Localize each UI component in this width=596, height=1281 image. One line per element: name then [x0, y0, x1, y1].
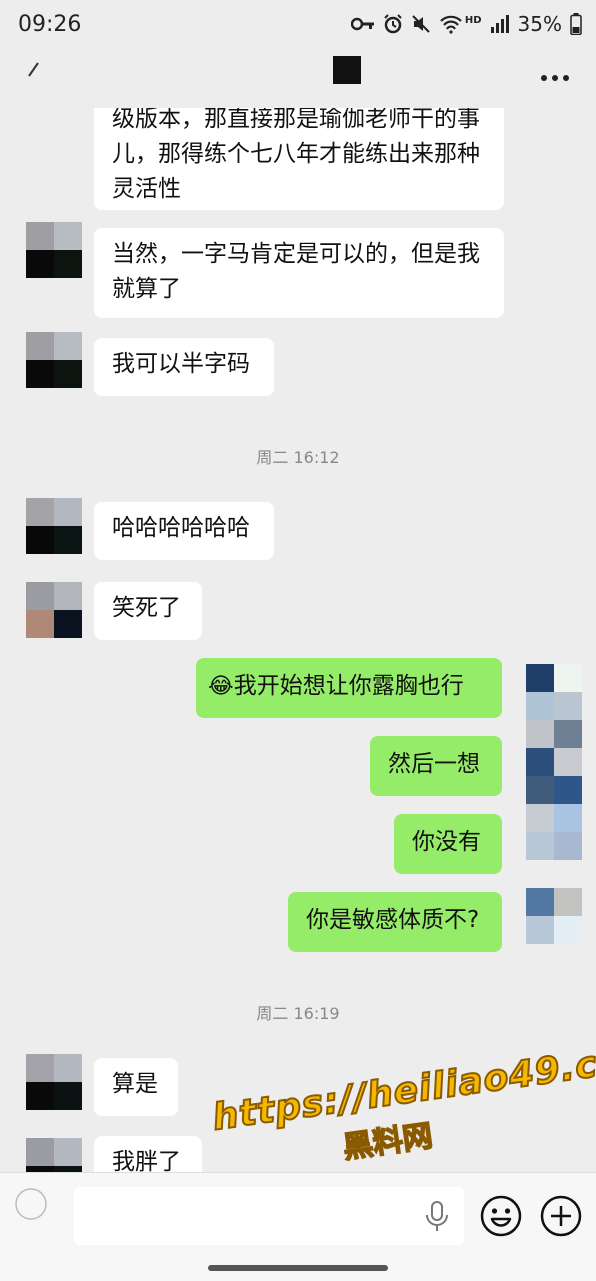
avatar-self[interactable] — [526, 888, 582, 944]
message-bubble-incoming[interactable]: 哈哈哈哈哈哈 — [94, 502, 274, 560]
back-icon[interactable] — [24, 60, 44, 80]
battery-percent: 35% — [517, 12, 562, 36]
keyboard-icon[interactable] — [14, 1187, 48, 1221]
mic-icon[interactable] — [424, 1201, 450, 1233]
avatar[interactable] — [26, 332, 82, 388]
plus-icon[interactable] — [540, 1195, 582, 1237]
message-bubble-incoming[interactable]: 级版本，那直接那是瑜伽老师干的事儿，那得练个七八年才能练出来那种灵活性 — [94, 108, 504, 210]
message-text: 我可以半字码 — [112, 351, 250, 377]
signal-icon — [490, 15, 509, 33]
wifi-icon — [440, 15, 462, 34]
alarm-icon — [384, 14, 402, 34]
chat-header — [0, 52, 596, 108]
more-icon[interactable] — [540, 74, 570, 82]
message-text: 哈哈哈哈哈哈 — [112, 515, 250, 541]
message-text: 当然，一字马肯定是可以的，但是我就算了 — [112, 241, 480, 302]
message-text: 算是 — [112, 1071, 158, 1097]
mute-icon — [412, 15, 430, 33]
message-bubble-outgoing[interactable]: 然后一想 — [370, 736, 502, 796]
message-bubble-outgoing[interactable]: 😂我开始想让你露胸也行 — [196, 658, 502, 718]
status-bar: 09:26 HD 35% — [0, 0, 596, 52]
laughing-emoji-icon: 😂 — [208, 674, 234, 699]
message-text: 我开始想让你露胸也行 — [233, 673, 464, 699]
avatar[interactable] — [26, 1138, 82, 1172]
message-bubble-incoming[interactable]: 我可以半字码 — [94, 338, 274, 396]
message-text: 你没有 — [412, 829, 481, 855]
message-text: 我胖了 — [112, 1149, 181, 1172]
avatar[interactable] — [26, 582, 82, 638]
status-time: 09:26 — [18, 12, 82, 37]
message-bubble-outgoing[interactable]: 你没有 — [394, 814, 502, 874]
emoji-icon[interactable] — [480, 1195, 522, 1237]
message-text: 你是敏感体质不? — [306, 907, 480, 933]
timestamp: 周二 16:12 — [256, 448, 340, 467]
message-text: 笑死了 — [112, 595, 181, 621]
battery-icon — [570, 13, 582, 35]
message-text: 级版本，那直接那是瑜伽老师干的事儿，那得练个七八年才能练出来那种灵活性 — [112, 108, 480, 202]
home-indicator[interactable] — [208, 1265, 388, 1271]
chat-messages[interactable]: 级版本，那直接那是瑜伽老师干的事儿，那得练个七八年才能练出来那种灵活性 当然，一… — [0, 108, 596, 1172]
input-bar — [0, 1172, 596, 1281]
message-text: 然后一想 — [388, 751, 480, 777]
avatar[interactable] — [26, 222, 82, 278]
message-bubble-incoming[interactable]: 当然，一字马肯定是可以的，但是我就算了 — [94, 228, 504, 318]
message-input[interactable] — [74, 1187, 464, 1245]
chat-title-redacted — [333, 56, 361, 84]
timestamp: 周二 16:19 — [256, 1004, 340, 1023]
message-bubble-outgoing[interactable]: 你是敏感体质不? — [288, 892, 502, 952]
avatar[interactable] — [26, 498, 82, 554]
status-icons: HD 35% — [350, 12, 582, 36]
avatar[interactable] — [26, 1054, 82, 1110]
hd-indicator: HD — [464, 14, 482, 26]
message-bubble-incoming[interactable]: 算是 — [94, 1058, 178, 1116]
avatar-self[interactable] — [526, 664, 582, 860]
message-bubble-incoming[interactable]: 笑死了 — [94, 582, 202, 640]
key-icon — [350, 17, 374, 31]
